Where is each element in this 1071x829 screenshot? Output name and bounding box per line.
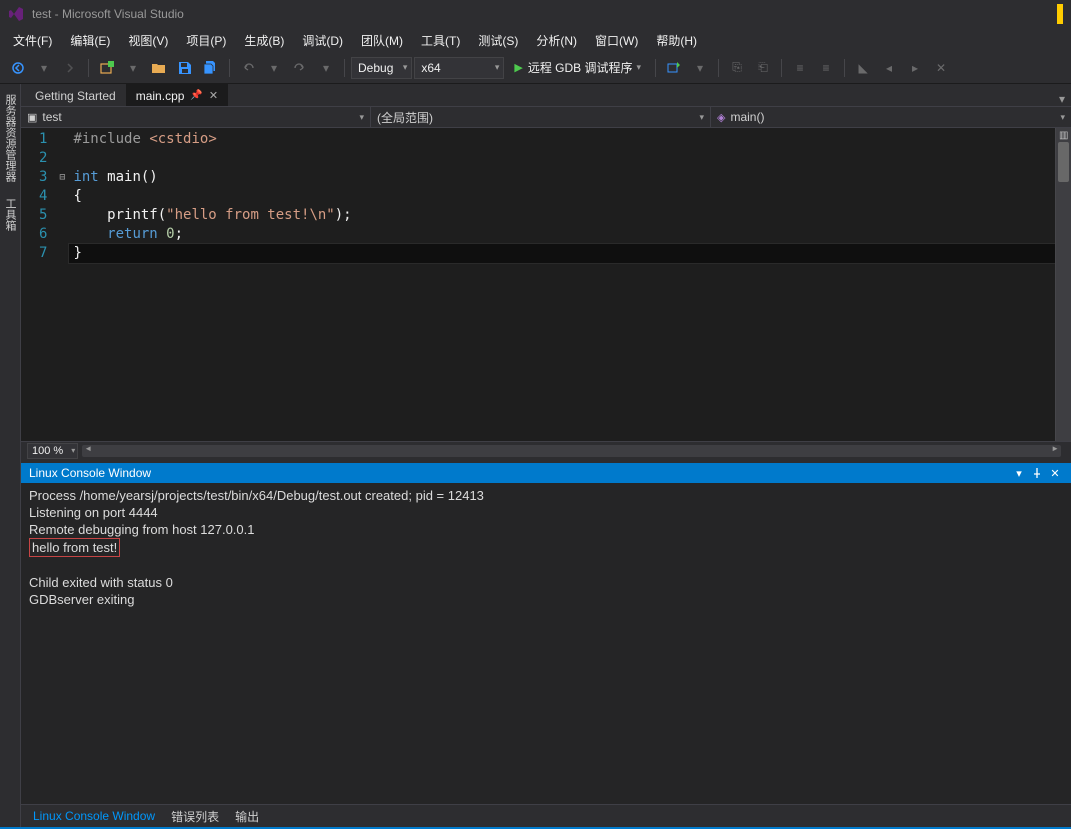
split-icon[interactable]: ▥ bbox=[1059, 130, 1069, 140]
nav-back-button[interactable] bbox=[6, 56, 30, 80]
undo-drop[interactable]: ▾ bbox=[262, 56, 286, 80]
panel-close-button[interactable]: ✕ bbox=[1047, 465, 1063, 481]
code-body[interactable]: #include <cstdio> int main(){ printf("he… bbox=[69, 128, 1055, 441]
bookmark-prev-button: ◂ bbox=[877, 56, 901, 80]
comment-button: ⎘ bbox=[725, 56, 749, 80]
notification-indicator-icon[interactable] bbox=[1057, 4, 1063, 24]
title-bar: test - Microsoft Visual Studio bbox=[0, 0, 1071, 28]
new-project-drop[interactable]: ▾ bbox=[121, 56, 145, 80]
document-tab[interactable]: main.cpp 📌 ✕ bbox=[126, 84, 228, 106]
console-line: Listening on port 4444 bbox=[29, 504, 1063, 521]
tabs-overflow-button[interactable]: ▾ bbox=[1053, 92, 1071, 106]
console-panel-title: Linux Console Window ▾ ✕ bbox=[21, 463, 1071, 483]
method-icon: ◈ bbox=[717, 111, 725, 124]
side-tab[interactable]: 工具箱 bbox=[0, 190, 20, 239]
tab-label: Getting Started bbox=[35, 89, 116, 103]
indent-button: ≡ bbox=[788, 56, 812, 80]
bookmark-clear-button: ✕ bbox=[929, 56, 953, 80]
console-line: Child exited with status 0 bbox=[29, 574, 1063, 591]
editor-status-strip: 100 %▾ bbox=[21, 441, 1071, 459]
console-line: GDBserver exiting bbox=[29, 591, 1063, 608]
bottom-tab[interactable]: Linux Console Window bbox=[25, 806, 163, 826]
vertical-scrollbar[interactable]: ▥ bbox=[1055, 128, 1071, 441]
debug-target-drop[interactable]: ▾ bbox=[688, 56, 712, 80]
code-editor[interactable]: 1234567 ⊟ #include <cstdio> int main(){ … bbox=[21, 128, 1055, 441]
bottom-tab[interactable]: 输出 bbox=[227, 805, 267, 828]
pin-icon[interactable]: 📌 bbox=[190, 90, 202, 101]
nav-fwd-arrow-button bbox=[58, 56, 82, 80]
menu-bar: 文件(F)编辑(E)视图(V)项目(P)生成(B)调试(D)团队(M)工具(T)… bbox=[0, 28, 1071, 52]
menu-item[interactable]: 调试(D) bbox=[293, 29, 352, 52]
navigation-bar: ▣ test▾ (全局范围)▾ ◈ main()▾ bbox=[21, 106, 1071, 128]
redo-drop[interactable]: ▾ bbox=[314, 56, 338, 80]
window-title: test - Microsoft Visual Studio bbox=[32, 7, 184, 21]
main-toolbar: ▾ ▾ ▾ ▾ Debug▾ x64▾ ▶远程 GDB 调试程序▾ ▾ ⎘ ⎗ … bbox=[0, 52, 1071, 84]
project-scope-combo[interactable]: ▣ test▾ bbox=[21, 107, 371, 127]
menu-item[interactable]: 项目(P) bbox=[177, 29, 235, 52]
zoom-combo[interactable]: 100 %▾ bbox=[27, 443, 78, 459]
open-file-button[interactable] bbox=[147, 56, 171, 80]
bookmark-button: ◣ bbox=[851, 56, 875, 80]
horizontal-scrollbar[interactable] bbox=[82, 445, 1061, 457]
menu-item[interactable]: 视图(V) bbox=[119, 29, 177, 52]
save-button[interactable] bbox=[173, 56, 197, 80]
panel-pin-icon[interactable] bbox=[1029, 465, 1045, 481]
member-scope-combo[interactable]: ◈ main()▾ bbox=[711, 107, 1071, 127]
bookmark-next-button: ▸ bbox=[903, 56, 927, 80]
scroll-thumb[interactable] bbox=[1058, 142, 1069, 182]
debug-target-button[interactable] bbox=[662, 56, 686, 80]
close-tab-button[interactable]: ✕ bbox=[209, 89, 218, 102]
start-debug-button[interactable]: ▶远程 GDB 调试程序▾ bbox=[506, 56, 649, 80]
vs-logo-icon bbox=[8, 6, 24, 22]
menu-item[interactable]: 工具(T) bbox=[412, 29, 469, 52]
side-tab[interactable]: 服务器资源管理器 bbox=[0, 86, 20, 190]
undo-button[interactable] bbox=[236, 56, 260, 80]
menu-item[interactable]: 窗口(W) bbox=[586, 29, 647, 52]
document-tab[interactable]: Getting Started bbox=[25, 84, 126, 106]
bottom-tab[interactable]: 错误列表 bbox=[163, 805, 227, 828]
uncomment-button: ⎗ bbox=[751, 56, 775, 80]
menu-item[interactable]: 测试(S) bbox=[469, 29, 527, 52]
save-all-button[interactable] bbox=[199, 56, 223, 80]
project-icon: ▣ bbox=[27, 111, 37, 124]
line-number-gutter: 1234567 bbox=[21, 128, 55, 441]
console-line: hello from test! bbox=[29, 538, 1063, 557]
platform-combo[interactable]: x64▾ bbox=[414, 57, 504, 79]
menu-item[interactable]: 帮助(H) bbox=[647, 29, 706, 52]
menu-item[interactable]: 分析(N) bbox=[527, 29, 586, 52]
bottom-tool-tabs: Linux Console Window错误列表输出 bbox=[21, 804, 1071, 827]
menu-item[interactable]: 文件(F) bbox=[4, 29, 61, 52]
outdent-button: ≡ bbox=[814, 56, 838, 80]
panel-title-text: Linux Console Window bbox=[29, 466, 151, 480]
linux-console-output[interactable]: Process /home/yearsj/projects/test/bin/x… bbox=[21, 483, 1071, 804]
tab-label: main.cpp bbox=[136, 89, 185, 103]
left-tool-strip: 服务器资源管理器工具箱 bbox=[0, 84, 21, 827]
fold-column[interactable]: ⊟ bbox=[55, 128, 69, 441]
type-scope-combo[interactable]: (全局范围)▾ bbox=[371, 107, 711, 127]
menu-item[interactable]: 团队(M) bbox=[352, 29, 412, 52]
document-tabs: Getting Started main.cpp 📌 ✕ ▾ bbox=[21, 84, 1071, 106]
nav-fwd-button: ▾ bbox=[32, 56, 56, 80]
panel-dropdown-button[interactable]: ▾ bbox=[1011, 465, 1027, 481]
console-line bbox=[29, 557, 1063, 574]
console-line: Remote debugging from host 127.0.0.1 bbox=[29, 521, 1063, 538]
menu-item[interactable]: 编辑(E) bbox=[61, 29, 119, 52]
redo-button[interactable] bbox=[288, 56, 312, 80]
config-combo[interactable]: Debug▾ bbox=[351, 57, 412, 79]
menu-item[interactable]: 生成(B) bbox=[235, 29, 293, 52]
new-project-button[interactable] bbox=[95, 56, 119, 80]
console-line: Process /home/yearsj/projects/test/bin/x… bbox=[29, 487, 1063, 504]
